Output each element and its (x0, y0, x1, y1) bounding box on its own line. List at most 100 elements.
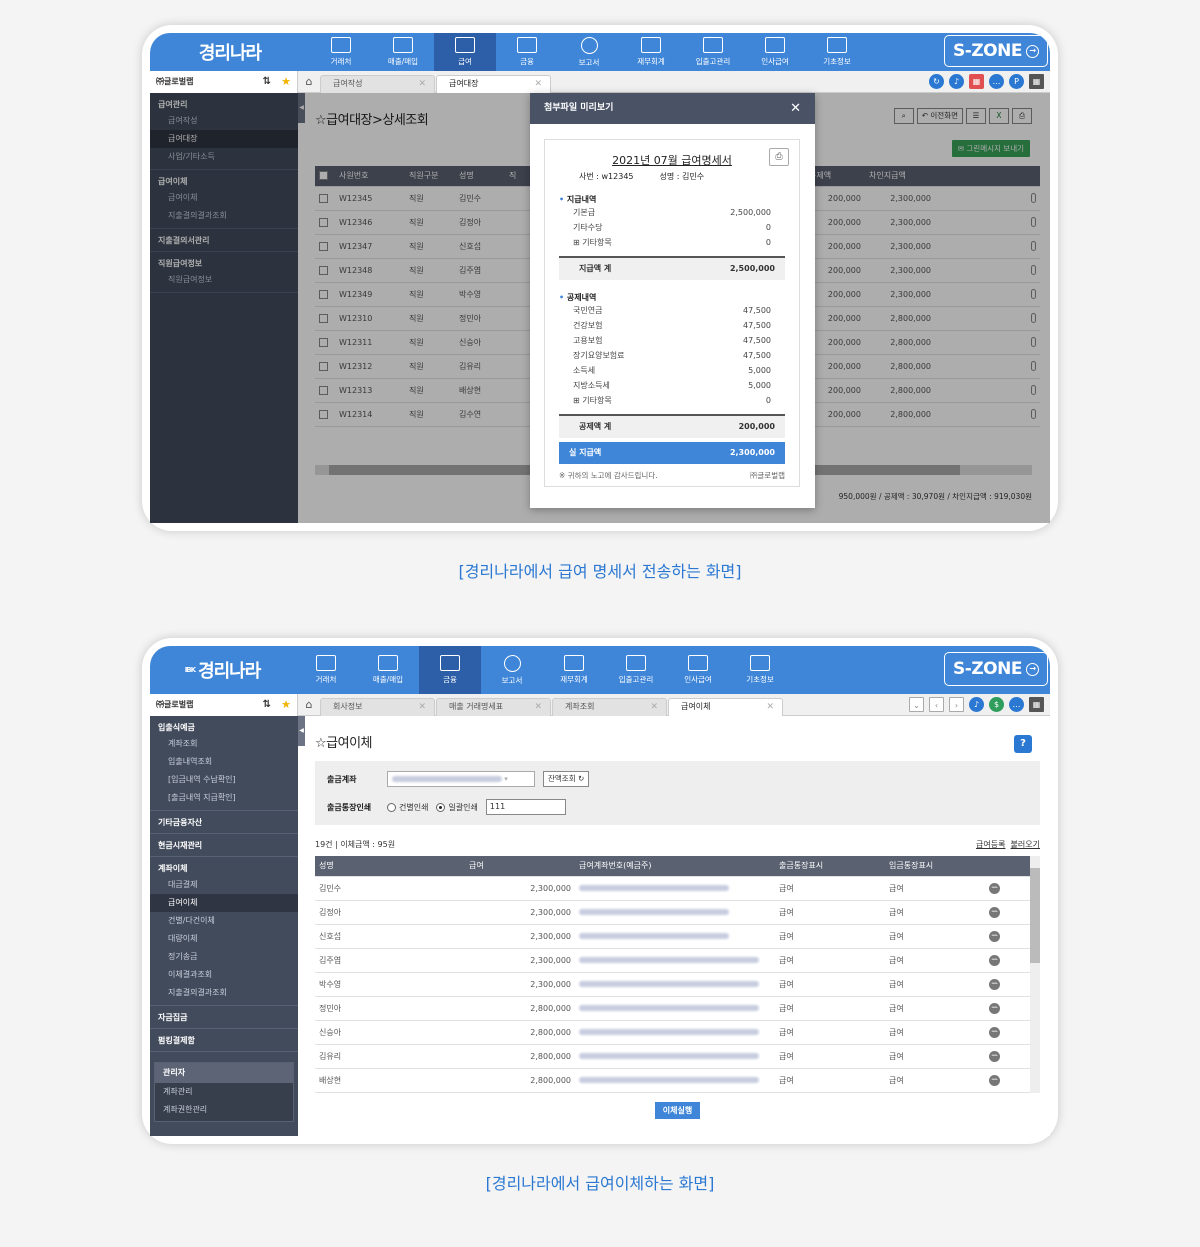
minus-icon[interactable]: − (989, 954, 1000, 966)
refresh-icon[interactable]: ↻ (929, 74, 944, 89)
company-selector[interactable]: ㈜글로벌랩 ⇅ ★ (150, 70, 298, 93)
szone-button[interactable]: S-ZONE → (944, 35, 1048, 67)
close-icon[interactable]: ✕ (534, 699, 542, 715)
close-icon[interactable]: ✕ (766, 699, 774, 715)
chat-icon[interactable]: … (1009, 697, 1024, 712)
sidebar-group-header[interactable]: 기타금융자산 (150, 815, 298, 830)
table-row[interactable]: 정민아 2,800,000 급여 급여 − (315, 996, 1040, 1021)
menu-item[interactable]: 보고서 (481, 646, 543, 694)
szone-button[interactable]: S-ZONE → (944, 652, 1048, 686)
p-icon[interactable]: P (1009, 74, 1024, 89)
load-link[interactable]: 불러오기 (1011, 840, 1040, 849)
sidebar-group-header[interactable]: 펌킹결제함 (150, 1033, 298, 1048)
logo[interactable]: 경리나라 (150, 33, 310, 71)
table-row[interactable]: 신호섭 2,300,000 급여 급여 − (315, 924, 1040, 949)
sidebar-item[interactable]: 입출내역조회 (150, 753, 298, 771)
chevron-left-icon[interactable]: ‹ (929, 697, 944, 712)
minus-icon[interactable]: − (989, 906, 1000, 918)
minus-icon[interactable]: − (989, 1002, 1000, 1014)
tab-salary-transfer[interactable]: 급여이체 ✕ (668, 697, 783, 716)
menu-item[interactable]: 입출고관리 (682, 33, 744, 71)
home-icon[interactable]: ⌂ (298, 71, 320, 93)
tab-company-info[interactable]: 회사정보 ✕ (320, 697, 435, 716)
admin-header[interactable]: 관리자 (155, 1063, 293, 1083)
sidebar-item[interactable]: [입금내역 수납확인] (150, 771, 298, 789)
tab-salary-ledger[interactable]: 급여대장 ✕ (436, 74, 551, 93)
sidebar-item[interactable]: 이체결과조회 (150, 966, 298, 984)
tab-sales-statement[interactable]: 매출 거래명세표 ✕ (436, 697, 551, 716)
close-icon[interactable]: ✕ (418, 699, 426, 715)
radio-each[interactable]: 건별인쇄 (387, 802, 428, 813)
radio-button[interactable] (387, 802, 396, 812)
minus-icon[interactable]: − (989, 1074, 1000, 1086)
expand-icon[interactable]: ⊞ (573, 396, 582, 405)
table-row[interactable]: 김민수 2,300,000 급여 급여 − (315, 876, 1040, 901)
star-icon[interactable]: ★ (281, 698, 291, 711)
minus-icon[interactable]: − (989, 978, 1000, 990)
menu-item[interactable]: 금융 (419, 646, 481, 694)
table-row[interactable]: 김유리 2,800,000 급여 급여 − (315, 1044, 1040, 1069)
menu-item[interactable]: 기초정보 (806, 33, 868, 71)
menu-item[interactable]: 재무회계 (543, 646, 605, 694)
menu-item[interactable]: 거래처 (295, 646, 357, 694)
menu-item[interactable]: 입출고관리 (605, 646, 667, 694)
sidebar-item[interactable]: 대량이체 (150, 930, 298, 948)
sidebar-item[interactable]: 계좌조회 (150, 735, 298, 753)
chevron-down-icon[interactable]: ⌄ (909, 697, 924, 712)
table-row[interactable]: 배상현 2,800,000 급여 급여 − (315, 1068, 1040, 1093)
menu-item[interactable]: 보고서 (558, 33, 620, 71)
menu-item[interactable]: 재무회계 (620, 33, 682, 71)
table-row[interactable]: 박수영 2,300,000 급여 급여 − (315, 972, 1040, 997)
print-text-input[interactable]: 111 (485, 799, 566, 815)
table-row[interactable]: 김주엽 2,300,000 급여 급여 − (315, 948, 1040, 973)
menu-item[interactable]: 급여 (434, 33, 496, 71)
admin-item[interactable]: 계좌권한관리 (155, 1101, 293, 1119)
minus-icon[interactable]: − (989, 930, 1000, 942)
radio-batch[interactable]: 일괄인쇄 (436, 802, 478, 813)
scroll-thumb[interactable] (1030, 868, 1040, 963)
radio-button[interactable] (436, 802, 446, 812)
menu-item[interactable]: 기초정보 (729, 646, 791, 694)
sidebar-item[interactable]: 건별/다건이체 (150, 912, 298, 930)
menu-item[interactable]: 매출/매입 (372, 33, 434, 71)
logo[interactable]: IBK 경리나라 (150, 646, 295, 694)
close-icon[interactable]: ✕ (534, 76, 542, 92)
vertical-scrollbar[interactable] (1030, 856, 1040, 1093)
salary-register-link[interactable]: 급여등록 (976, 840, 1005, 849)
account-select[interactable]: ▾ (387, 771, 535, 787)
tab-account-inquiry[interactable]: 계좌조회 ✕ (552, 697, 667, 716)
star-icon[interactable]: ★ (281, 75, 291, 88)
calendar-icon[interactable]: ▦ (969, 74, 984, 89)
menu-item[interactable]: 매출/매입 (357, 646, 419, 694)
execute-transfer-button[interactable]: 이체실행 (654, 1101, 701, 1119)
chat-icon[interactable]: … (989, 74, 1004, 89)
close-icon[interactable]: ✕ (790, 93, 801, 124)
table-row[interactable]: 신승아 2,800,000 급여 급여 − (315, 1020, 1040, 1045)
sidebar-item[interactable]: 지출결의결과조회 (150, 984, 298, 1002)
dollar-icon[interactable]: $ (989, 697, 1004, 712)
menu-item[interactable]: 거래처 (310, 33, 372, 71)
close-icon[interactable]: ✕ (418, 76, 426, 92)
tab-salary-write[interactable]: 급여작성 ✕ (320, 74, 435, 93)
menu-item[interactable]: 금융 (496, 33, 558, 71)
bell-icon[interactable]: ♪ (949, 74, 964, 89)
menu-item[interactable]: 인사급여 (667, 646, 729, 694)
admin-item[interactable]: 계좌관리 (155, 1083, 293, 1101)
chevron-right-icon[interactable]: › (949, 697, 964, 712)
expand-icon[interactable]: ⊞ (573, 238, 582, 247)
sidebar-group-header[interactable]: 계좌이체 (150, 861, 298, 876)
print-icon[interactable]: ⎙ (769, 148, 789, 166)
sidebar-group-header[interactable]: 자금집금 (150, 1010, 298, 1025)
sidebar-group-header[interactable]: 현금시재관리 (150, 838, 298, 853)
table-row[interactable]: 김정아 2,300,000 급여 급여 − (315, 900, 1040, 925)
sidebar-item[interactable]: [출금내역 지급확인] (150, 789, 298, 807)
menu-item[interactable]: 인사급여 (744, 33, 806, 71)
minus-icon[interactable]: − (989, 1050, 1000, 1062)
bell-icon[interactable]: ♪ (969, 697, 984, 712)
collapse-handle[interactable]: ◀ (298, 716, 305, 746)
switch-icon[interactable]: ⇅ (263, 76, 271, 87)
minus-icon[interactable]: − (989, 882, 1000, 894)
company-selector[interactable]: ㈜글로벌랩 ⇅ ★ (150, 693, 298, 716)
sidebar-item[interactable]: 정기송금 (150, 948, 298, 966)
home-icon[interactable]: ⌂ (298, 694, 320, 716)
